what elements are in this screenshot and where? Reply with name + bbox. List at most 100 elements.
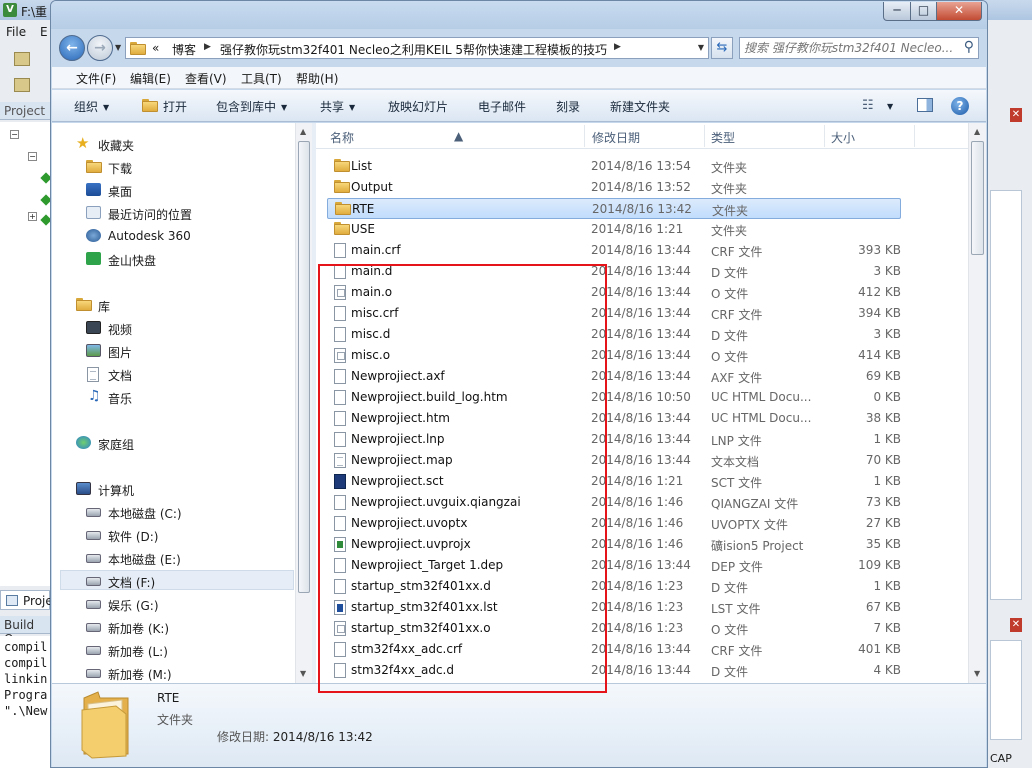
view-options-icon[interactable]: ☷ [862, 98, 874, 113]
file-row[interactable]: List 2014/8/16 13:54 文件夹 [327, 156, 901, 177]
toolbar-icon[interactable] [14, 78, 30, 92]
address-overflow[interactable]: « [152, 41, 159, 55]
file-row[interactable]: stm32f4xx_adc.d 2014/8/16 13:44 D 文件 4 KB [327, 660, 901, 681]
scrollbar-thumb[interactable] [298, 141, 310, 593]
breadcrumb-arrow-icon[interactable]: ▶ [614, 42, 621, 52]
file-row[interactable]: Newprojiect.uvoptx 2014/8/16 1:46 UVOPTX 文… [327, 513, 901, 534]
file-row[interactable]: Newprojiect.axf 2014/8/16 13:44 AXF 文件 69 K… [327, 366, 901, 387]
nav-drive-l[interactable]: 新加卷 (L:) [86, 640, 286, 660]
close-icon[interactable]: ✕ [1010, 108, 1022, 122]
file-row[interactable]: stm32f4xx_adc.crf 2014/8/16 13:44 CRF 文件 40… [327, 639, 901, 660]
share-button[interactable]: 共享 ▼ [320, 98, 355, 115]
tree-expand-icon[interactable]: + [28, 212, 37, 221]
open-button[interactable]: 打开 [163, 98, 187, 115]
nav-item-videos[interactable]: 视频 [86, 318, 286, 338]
column-divider[interactable] [824, 125, 825, 147]
search-icon[interactable]: ⚲ [964, 39, 974, 55]
search-input[interactable] [744, 40, 956, 56]
close-icon[interactable]: ✕ [1010, 618, 1022, 632]
breadcrumb-current-folder[interactable]: 强仔教你玩stm32f401 Necleo之利用KEIL 5帮你快速建工程模板的… [220, 41, 607, 58]
file-row[interactable]: startup_stm32f401xx.d 2014/8/16 1:23 D 文件 1… [327, 576, 901, 597]
file-row[interactable]: Output 2014/8/16 13:52 文件夹 [327, 177, 901, 198]
toolbar-icon[interactable] [14, 52, 30, 66]
column-type[interactable]: 类型 [711, 129, 735, 146]
scrollbar-thumb[interactable] [971, 141, 984, 255]
maximize-button[interactable]: □ [910, 2, 937, 21]
file-row[interactable]: main.crf 2014/8/16 13:44 CRF 文件 393 KB [327, 240, 901, 261]
view-options-dropdown-icon[interactable]: ▼ [887, 102, 893, 111]
close-button[interactable]: ✕ [936, 2, 982, 21]
breadcrumb-arrow-icon[interactable]: ▶ [204, 42, 211, 52]
project-tab[interactable]: Proje [0, 590, 53, 610]
nav-item-desktop[interactable]: 桌面 [86, 180, 286, 200]
nav-item-recent-places[interactable]: 最近访问的位置 [86, 203, 286, 223]
column-divider[interactable] [584, 125, 585, 147]
file-list-scrollbar[interactable]: ▲ ▼ [968, 123, 986, 683]
background-menu-file[interactable]: File [6, 25, 26, 39]
minimize-button[interactable]: ─ [883, 2, 911, 21]
address-bar[interactable]: « 博客 ▶ 强仔教你玩stm32f401 Necleo之利用KEIL 5帮你快… [125, 37, 709, 59]
nav-drive-f[interactable]: 文档 (F:) [60, 570, 294, 590]
file-row[interactable]: startup_stm32f401xx.lst 2014/8/16 1:23 LST… [327, 597, 901, 618]
nav-drive-c[interactable]: 本地磁盘 (C:) [86, 502, 286, 522]
file-row[interactable]: misc.d 2014/8/16 13:44 D 文件 3 KB [327, 324, 901, 345]
file-row[interactable]: Newprojiect.htm 2014/8/16 13:44 UC HTML Do… [327, 408, 901, 429]
scroll-up-icon[interactable]: ▲ [974, 127, 980, 136]
file-row[interactable]: startup_stm32f401xx.o 2014/8/16 1:23 O 文件 7… [327, 618, 901, 639]
nav-item-autodesk-360[interactable]: Autodesk 360 [86, 226, 286, 246]
navigation-scrollbar[interactable]: ▲ ▼ [295, 123, 312, 683]
scroll-down-icon[interactable]: ▼ [300, 669, 306, 678]
nav-drive-m[interactable]: 新加卷 (M:) [86, 663, 286, 683]
nav-drive-k[interactable]: 新加卷 (K:) [86, 617, 286, 637]
organize-button[interactable]: 组织 ▼ [74, 98, 109, 115]
file-row[interactable]: Newprojiect.lnp 2014/8/16 13:44 LNP 文件 1 KB [327, 429, 901, 450]
file-row[interactable]: Newprojiect.uvprojx 2014/8/16 1:46 礦ision5… [327, 534, 901, 555]
background-menu-edit[interactable]: E [40, 25, 48, 39]
menu-help[interactable]: 帮助(H) [296, 70, 338, 87]
menu-edit[interactable]: 编辑(E) [130, 70, 171, 87]
column-name[interactable]: 名称 [330, 129, 354, 146]
file-row[interactable]: misc.o 2014/8/16 13:44 O 文件 414 KB [327, 345, 901, 366]
file-row[interactable]: Newprojiect.map 2014/8/16 13:44 文本文档 70 KB [327, 450, 901, 471]
nav-item-downloads[interactable]: 下载 [86, 157, 286, 177]
menu-view[interactable]: 查看(V) [185, 70, 227, 87]
nav-libraries[interactable]: 库 [76, 295, 276, 315]
scroll-down-icon[interactable]: ▼ [974, 669, 980, 678]
file-row[interactable]: main.d 2014/8/16 13:44 D 文件 3 KB [327, 261, 901, 282]
scroll-up-icon[interactable]: ▲ [300, 127, 306, 136]
refresh-button[interactable]: ⇆ [711, 37, 733, 59]
column-date[interactable]: 修改日期 [592, 129, 640, 146]
breadcrumb-blog[interactable]: 博客 [172, 41, 196, 58]
file-row[interactable]: misc.crf 2014/8/16 13:44 CRF 文件 394 KB [327, 303, 901, 324]
preview-pane-icon[interactable] [917, 98, 933, 112]
address-dropdown-icon[interactable]: ▼ [698, 43, 704, 52]
nav-item-kuaipan[interactable]: 金山快盘 [86, 249, 286, 269]
new-folder-button[interactable]: 新建文件夹 [610, 98, 670, 115]
nav-favorites[interactable]: ★ 收藏夹 [76, 134, 276, 154]
nav-item-documents[interactable]: 文档 [86, 364, 286, 384]
recent-pages-dropdown-icon[interactable]: ▼ [115, 43, 121, 52]
nav-drive-g[interactable]: 娱乐 (G:) [86, 594, 286, 614]
nav-item-pictures[interactable]: 图片 [86, 341, 286, 361]
file-row[interactable]: Newprojiect.sct 2014/8/16 1:21 SCT 文件 1 KB [327, 471, 901, 492]
nav-drive-d[interactable]: 软件 (D:) [86, 525, 286, 545]
tree-collapse-icon[interactable]: − [10, 130, 19, 139]
column-size[interactable]: 大小 [831, 129, 855, 146]
file-row[interactable]: RTE 2014/8/16 13:42 文件夹 [327, 198, 901, 219]
email-button[interactable]: 电子邮件 [478, 98, 526, 115]
slideshow-button[interactable]: 放映幻灯片 [388, 98, 448, 115]
file-row[interactable]: Newprojiect.build_log.htm 2014/8/16 10:50… [327, 387, 901, 408]
forward-button[interactable]: → [87, 35, 113, 61]
back-button[interactable]: ← [59, 35, 85, 61]
column-divider[interactable] [704, 125, 705, 147]
file-row[interactable]: main.o 2014/8/16 13:44 O 文件 412 KB [327, 282, 901, 303]
file-row[interactable]: USE 2014/8/16 1:21 文件夹 [327, 219, 901, 240]
nav-item-music[interactable]: ♫ 音乐 [86, 387, 286, 407]
burn-button[interactable]: 刻录 [556, 98, 580, 115]
help-icon[interactable]: ? [951, 97, 969, 115]
file-row[interactable]: Newprojiect.uvguix.qiangzai 2014/8/16 1:4… [327, 492, 901, 513]
menu-tools[interactable]: 工具(T) [241, 70, 282, 87]
tree-collapse-icon[interactable]: − [28, 152, 37, 161]
nav-computer[interactable]: 计算机 [76, 479, 276, 499]
search-box[interactable]: ⚲ [739, 37, 979, 59]
